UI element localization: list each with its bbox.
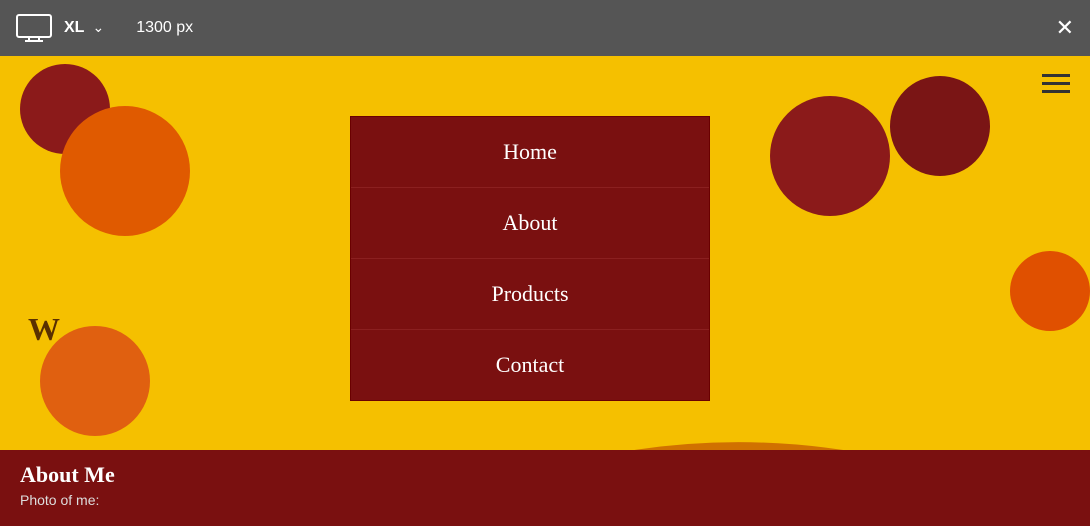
toolbar-left: XL ⌄ 1300 px <box>16 14 193 42</box>
hamburger-menu-button[interactable] <box>1042 74 1070 93</box>
hamburger-line-1 <box>1042 74 1070 77</box>
monitor-icon <box>16 14 52 42</box>
preview-area: W Home About Products Contact About Me P… <box>0 56 1090 526</box>
about-me-title: About Me <box>20 462 1070 488</box>
circle-dark-red-top-right <box>770 96 890 216</box>
hamburger-line-2 <box>1042 82 1070 85</box>
circle-dark-red-far-right-top <box>890 76 990 176</box>
hamburger-line-3 <box>1042 90 1070 93</box>
dropdown-menu: Home About Products Contact <box>350 116 710 401</box>
chevron-down-icon[interactable]: ⌄ <box>92 20 104 37</box>
menu-item-contact[interactable]: Contact <box>351 330 709 400</box>
bottom-section: About Me Photo of me: <box>0 450 1090 526</box>
menu-item-home[interactable]: Home <box>351 117 709 188</box>
close-button[interactable]: ✕ <box>1056 15 1074 41</box>
website-background: W Home About Products Contact <box>0 56 1090 496</box>
viewport-size: 1300 px <box>136 19 193 37</box>
toolbar: XL ⌄ 1300 px ✕ <box>0 0 1090 56</box>
circle-orange-top-left <box>60 106 190 236</box>
menu-item-about[interactable]: About <box>351 188 709 259</box>
photo-label: Photo of me: <box>20 492 1070 508</box>
circle-orange-right <box>1010 251 1090 331</box>
menu-item-products[interactable]: Products <box>351 259 709 330</box>
device-label: XL <box>64 19 84 37</box>
page-title-partial: W <box>28 311 60 348</box>
